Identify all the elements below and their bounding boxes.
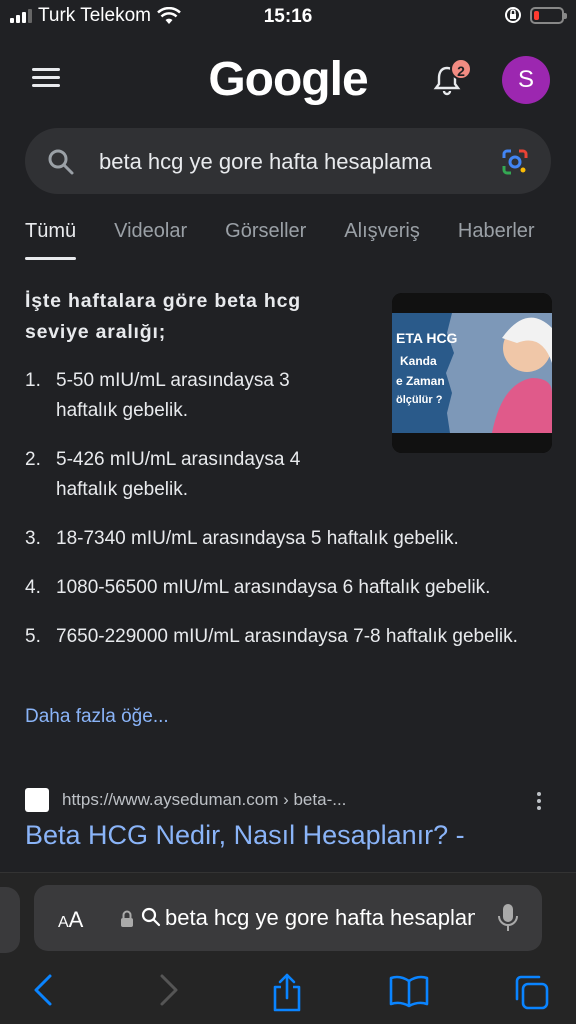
reader-settings-button[interactable]: AA — [58, 907, 83, 933]
previous-tab-preview[interactable] — [0, 887, 20, 953]
search-tabs: Tümü Videolar Görseller Alışveriş Haberl… — [25, 220, 576, 260]
tabs-icon[interactable] — [512, 973, 550, 1011]
share-icon[interactable] — [270, 973, 304, 1013]
search-icon — [141, 907, 161, 927]
thumbnail-text-2: Kanda — [400, 354, 437, 368]
orientation-lock-icon — [505, 7, 521, 23]
list-item: 3. 18-7340 mIU/mL arasındaysa 5 haftalık … — [25, 528, 459, 549]
snippet-heading: İşte haftalara göre beta hcg seviye aral… — [25, 290, 301, 343]
address-text[interactable]: beta hcg ye gore hafta hesaplama — [165, 905, 475, 931]
thumbnail-text-4: ölçülür ? — [396, 394, 443, 406]
list-item: 5. 7650-229000 mIU/mL arasındaysa 7-8 haf… — [25, 626, 518, 647]
clock: 15:16 — [263, 6, 313, 27]
thumbnail-text-1: ETA HCG — [396, 330, 458, 346]
lock-icon — [121, 910, 133, 927]
tab-images[interactable]: Görseller — [225, 220, 306, 260]
tab-shopping[interactable]: Alışveriş — [344, 220, 420, 260]
thumbnail-text-3: e Zaman — [396, 374, 445, 388]
address-bar[interactable]: AA beta hcg ye gore hafta hesaplama — [34, 885, 542, 951]
featured-snippet: İşte haftalara göre beta hcg seviye aral… — [25, 286, 555, 671]
snippet-thumbnail[interactable]: ETA HCG Kanda e Zaman ölçülür ? — [392, 293, 552, 453]
site-favicon — [25, 788, 49, 812]
back-arrow-icon[interactable] — [32, 973, 54, 1007]
google-lens-icon[interactable] — [501, 148, 529, 176]
more-options-icon[interactable] — [537, 792, 543, 813]
browser-bottom-bar: AA beta hcg ye gore hafta hesaplama — [0, 872, 576, 1024]
account-avatar[interactable]: S — [502, 56, 550, 104]
tab-news[interactable]: Haberler — [458, 220, 535, 260]
bookmarks-icon[interactable] — [388, 973, 430, 1009]
search-icon — [48, 149, 74, 175]
microphone-icon[interactable] — [498, 903, 518, 933]
status-bar: Turk Telekom 15:16 — [0, 0, 576, 34]
google-header: Google 2 S — [0, 50, 576, 110]
search-box[interactable]: beta hcg ye gore hafta hesaplama — [25, 128, 551, 194]
browser-toolbar — [0, 973, 576, 1013]
forward-arrow-icon[interactable] — [158, 973, 180, 1007]
battery-icon — [530, 6, 567, 24]
list-item: 4. 1080-56500 mIU/mL arasındaysa 6 haftal… — [25, 577, 491, 598]
result-url[interactable]: https://www.ayseduman.com › beta-... — [62, 790, 346, 810]
result-title-link[interactable]: Beta HCG Nedir, Nasıl Hesaplanır? - — [25, 820, 465, 851]
notification-count-badge: 2 — [450, 58, 472, 80]
tab-all[interactable]: Tümü — [25, 220, 77, 260]
tab-videos[interactable]: Videolar — [114, 220, 187, 260]
more-items-link[interactable]: Daha fazla öğe... — [25, 706, 169, 728]
google-logo[interactable]: Google — [0, 52, 576, 107]
search-input[interactable]: beta hcg ye gore hafta hesaplama — [99, 149, 432, 175]
list-item: 2. 5-426 mIU/mL arasındaysa 4 haftalık ge… — [25, 449, 301, 500]
